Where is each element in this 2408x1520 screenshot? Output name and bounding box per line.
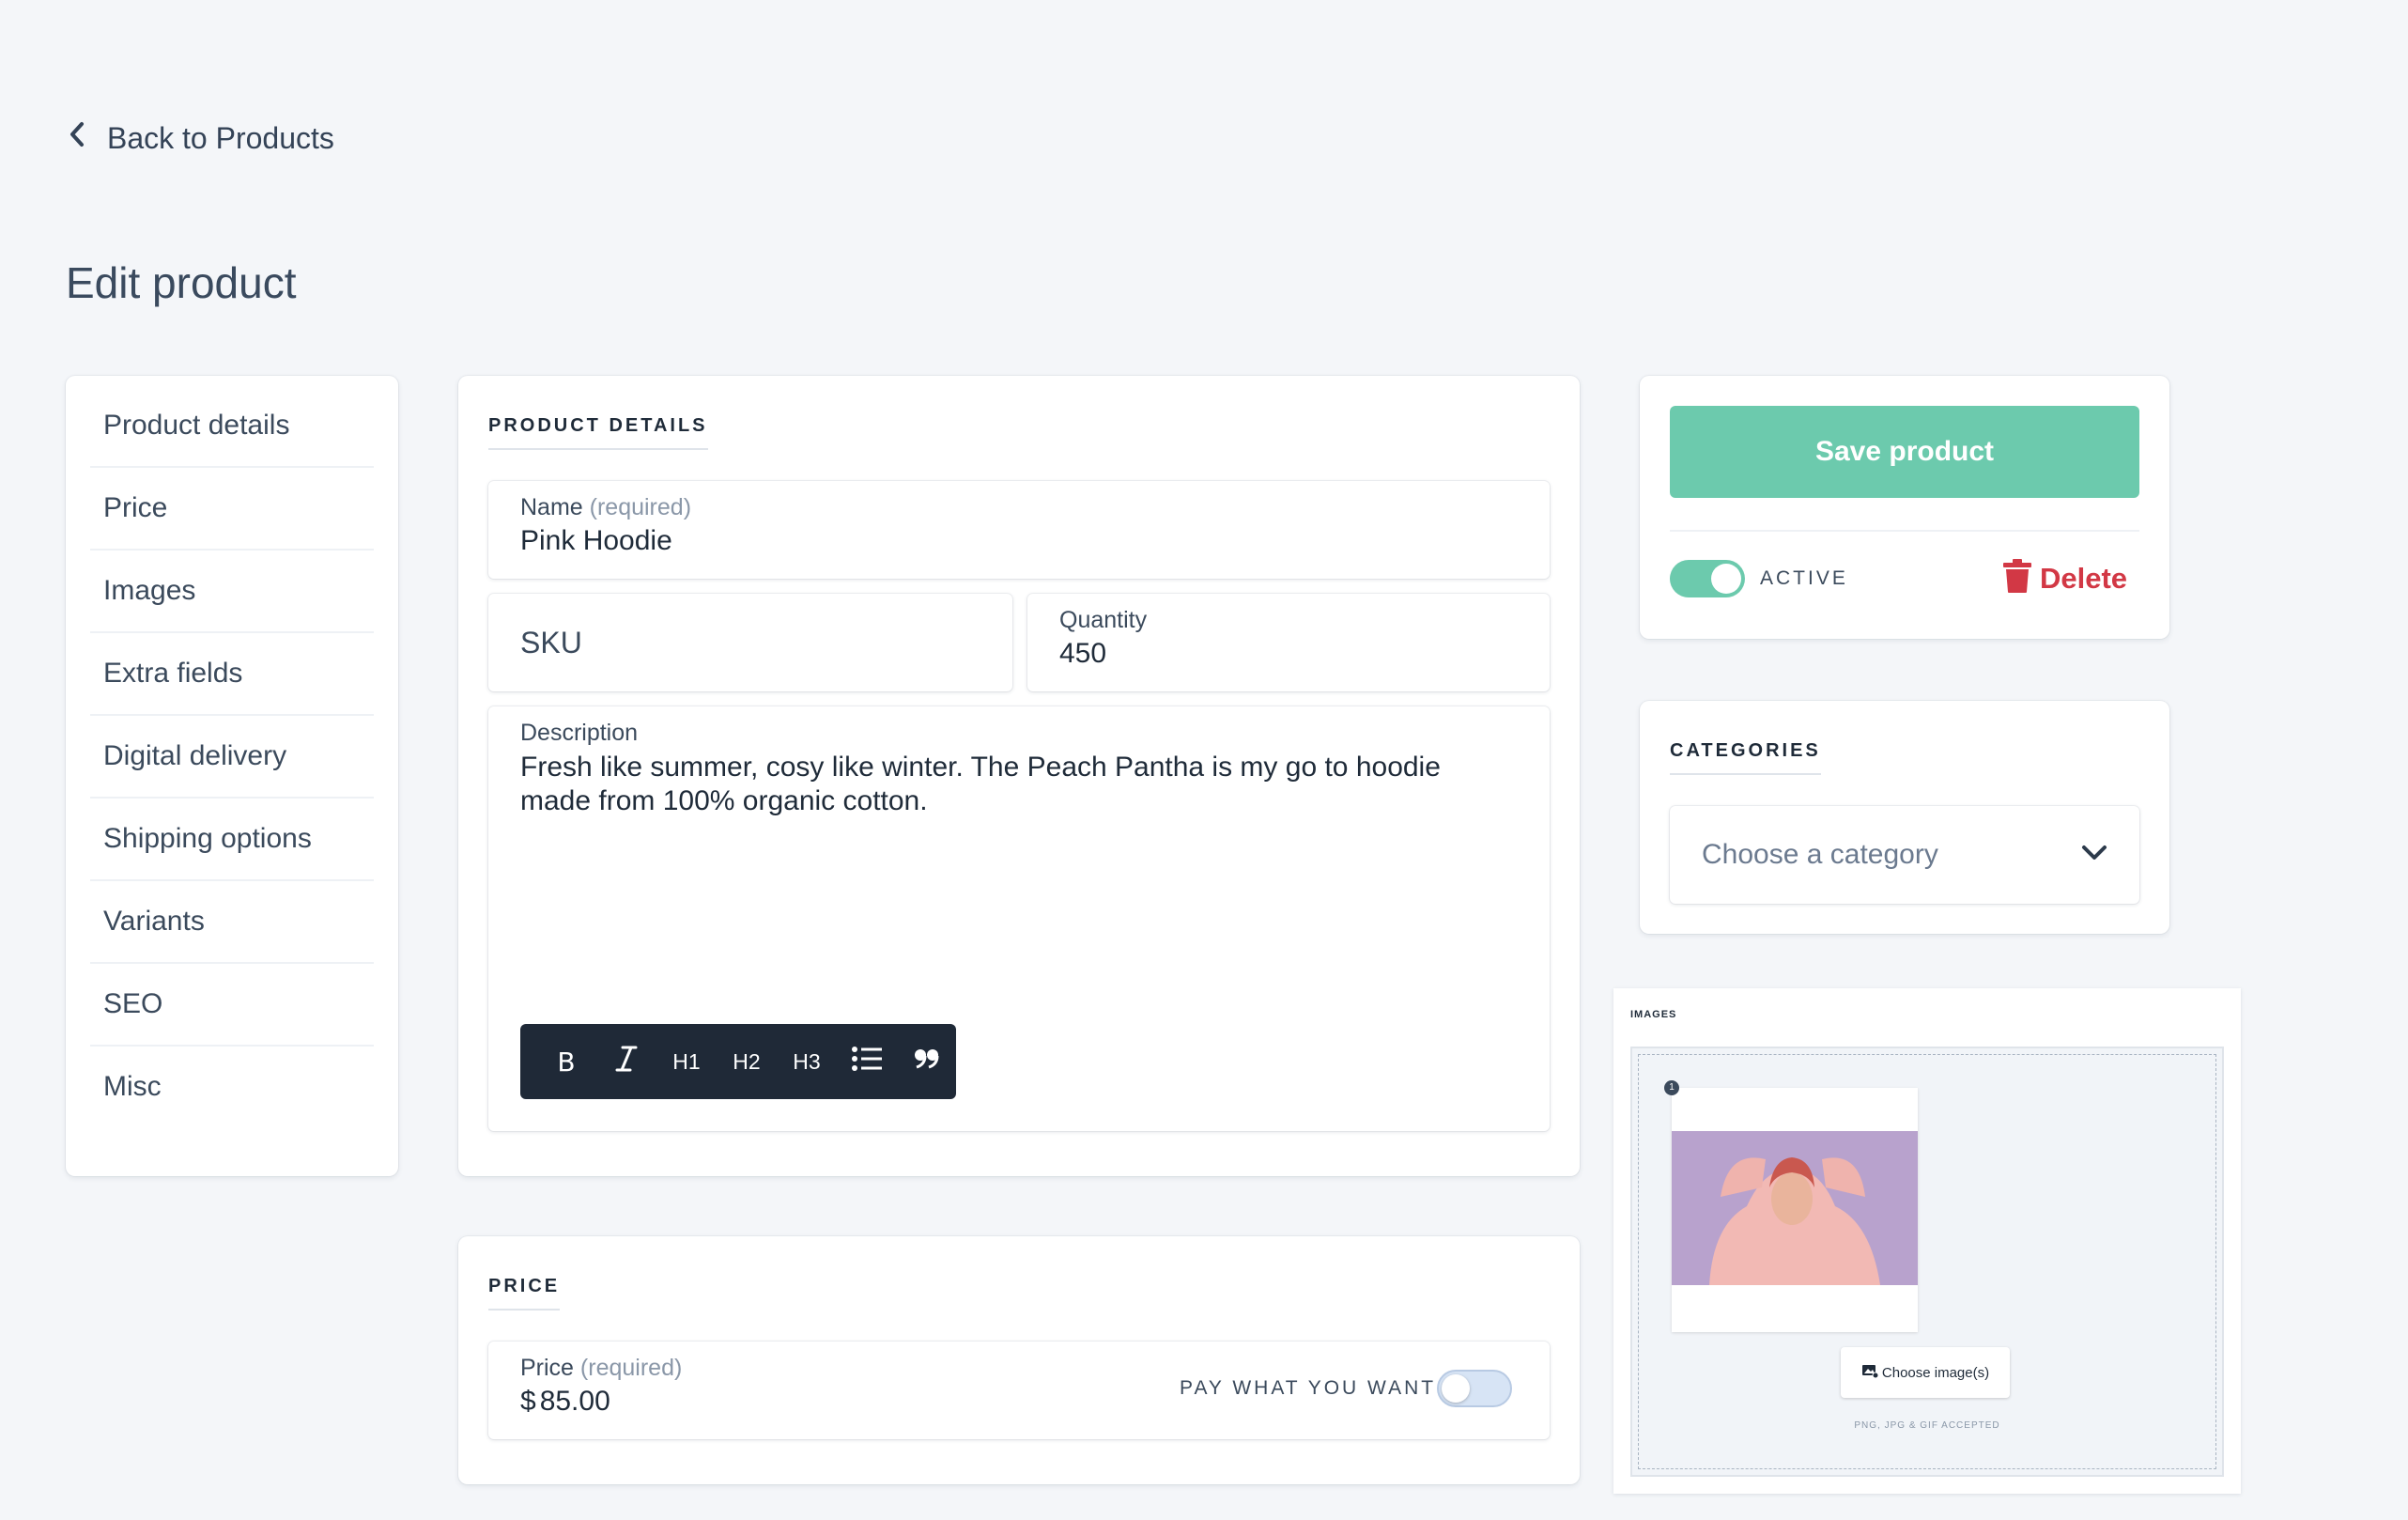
sidebar-item-variants[interactable]: Variants xyxy=(90,881,374,964)
toggle-knob xyxy=(1711,564,1741,594)
sidebar-item-seo[interactable]: SEO xyxy=(90,964,374,1047)
editor-toolbar: B H1 H2 H3 xyxy=(520,1024,956,1099)
accepted-formats-text: PNG, JPG & GIF ACCEPTED xyxy=(1854,1420,2000,1431)
required-hint: (required) xyxy=(589,494,692,520)
delete-button[interactable]: Delete xyxy=(2002,558,2127,598)
chevron-down-icon xyxy=(2081,845,2107,866)
sku-placeholder: SKU xyxy=(520,625,582,659)
quantity-field[interactable]: Quantity 450 xyxy=(1027,594,1550,691)
price-card: PRICE Price (required) $85.00 PAY WHAT Y… xyxy=(458,1236,1580,1484)
active-toggle[interactable] xyxy=(1670,560,1745,597)
sidebar-item-misc[interactable]: Misc xyxy=(90,1047,374,1127)
actions-divider xyxy=(1670,530,2139,532)
price-label-text: Price xyxy=(520,1355,574,1381)
image-dropzone[interactable]: 1 Choose image(s) PNG, JPG & GIF ACCEPTE… xyxy=(1630,1047,2224,1477)
sidebar-item-price[interactable]: Price xyxy=(90,468,374,551)
image-thumbnail-card[interactable] xyxy=(1672,1088,1918,1332)
image-upload-icon xyxy=(1861,1363,1879,1383)
h3-button[interactable]: H3 xyxy=(780,1033,834,1090)
pay-what-you-want-label: PAY WHAT YOU WANT xyxy=(1180,1377,1437,1399)
sidebar-item-product-details[interactable]: Product details xyxy=(90,385,374,468)
categories-heading: CATEGORIES xyxy=(1670,740,1821,775)
sidebar-item-images[interactable]: Images xyxy=(90,551,374,633)
blockquote-button[interactable] xyxy=(900,1033,954,1090)
price-heading: PRICE xyxy=(488,1276,561,1311)
bold-button[interactable]: B xyxy=(539,1033,594,1090)
name-label: Name (required) xyxy=(520,494,1518,521)
images-card: IMAGES 1 Choose image(s) PNG, JPG & GIF … xyxy=(1613,988,2241,1494)
sidebar-item-shipping-options[interactable]: Shipping options xyxy=(90,799,374,881)
save-product-button[interactable]: Save product xyxy=(1670,406,2139,498)
quote-icon xyxy=(914,1048,940,1075)
italic-button[interactable] xyxy=(599,1033,654,1090)
active-label: ACTIVE xyxy=(1760,567,1848,589)
quantity-value: 450 xyxy=(1059,638,1107,669)
trash-icon xyxy=(2002,558,2032,598)
bold-icon: B xyxy=(557,1046,576,1078)
chevron-left-icon xyxy=(68,120,86,156)
list-icon xyxy=(851,1046,883,1078)
badge-number: 1 xyxy=(1669,1082,1675,1093)
category-placeholder: Choose a category xyxy=(1702,839,1938,870)
bullet-list-button[interactable] xyxy=(840,1033,894,1090)
choose-images-button[interactable]: Choose image(s) xyxy=(1841,1347,2010,1398)
image-order-badge: 1 xyxy=(1664,1080,1679,1095)
description-label: Description xyxy=(520,720,639,746)
description-value: Fresh like summer, cosy like winter. The… xyxy=(520,752,1441,816)
sidebar-item-digital-delivery[interactable]: Digital delivery xyxy=(90,716,374,799)
section-sidebar: Product details Price Images Extra field… xyxy=(66,376,398,1176)
price-field[interactable]: Price (required) $85.00 PAY WHAT YOU WAN… xyxy=(488,1342,1550,1439)
currency-symbol: $ xyxy=(520,1386,536,1417)
sku-field[interactable]: SKU xyxy=(488,594,1012,691)
category-select[interactable]: Choose a category xyxy=(1670,806,2139,904)
back-link-label: Back to Products xyxy=(107,120,334,155)
price-required-hint: (required) xyxy=(579,1355,683,1381)
h2-button[interactable]: H2 xyxy=(719,1033,774,1090)
price-amount: 85.00 xyxy=(539,1386,610,1417)
toggle-knob xyxy=(1442,1374,1470,1403)
hoodie-photo xyxy=(1672,1131,1918,1285)
sidebar-item-extra-fields[interactable]: Extra fields xyxy=(90,633,374,716)
back-to-products-link[interactable]: Back to Products xyxy=(68,120,334,156)
h1-button[interactable]: H1 xyxy=(659,1033,714,1090)
italic-icon xyxy=(613,1045,640,1078)
page-title: Edit product xyxy=(66,258,297,307)
name-value: Pink Hoodie xyxy=(520,525,672,556)
images-heading: IMAGES xyxy=(1630,1009,1677,1020)
delete-label: Delete xyxy=(2040,561,2128,595)
choose-images-label: Choose image(s) xyxy=(1881,1364,1990,1381)
quantity-label: Quantity xyxy=(1059,607,1148,633)
pay-what-you-want-toggle[interactable] xyxy=(1437,1370,1512,1407)
name-label-text: Name xyxy=(520,494,583,520)
name-field[interactable]: Name (required) Pink Hoodie xyxy=(488,481,1550,579)
product-details-heading: PRODUCT DETAILS xyxy=(488,415,708,450)
